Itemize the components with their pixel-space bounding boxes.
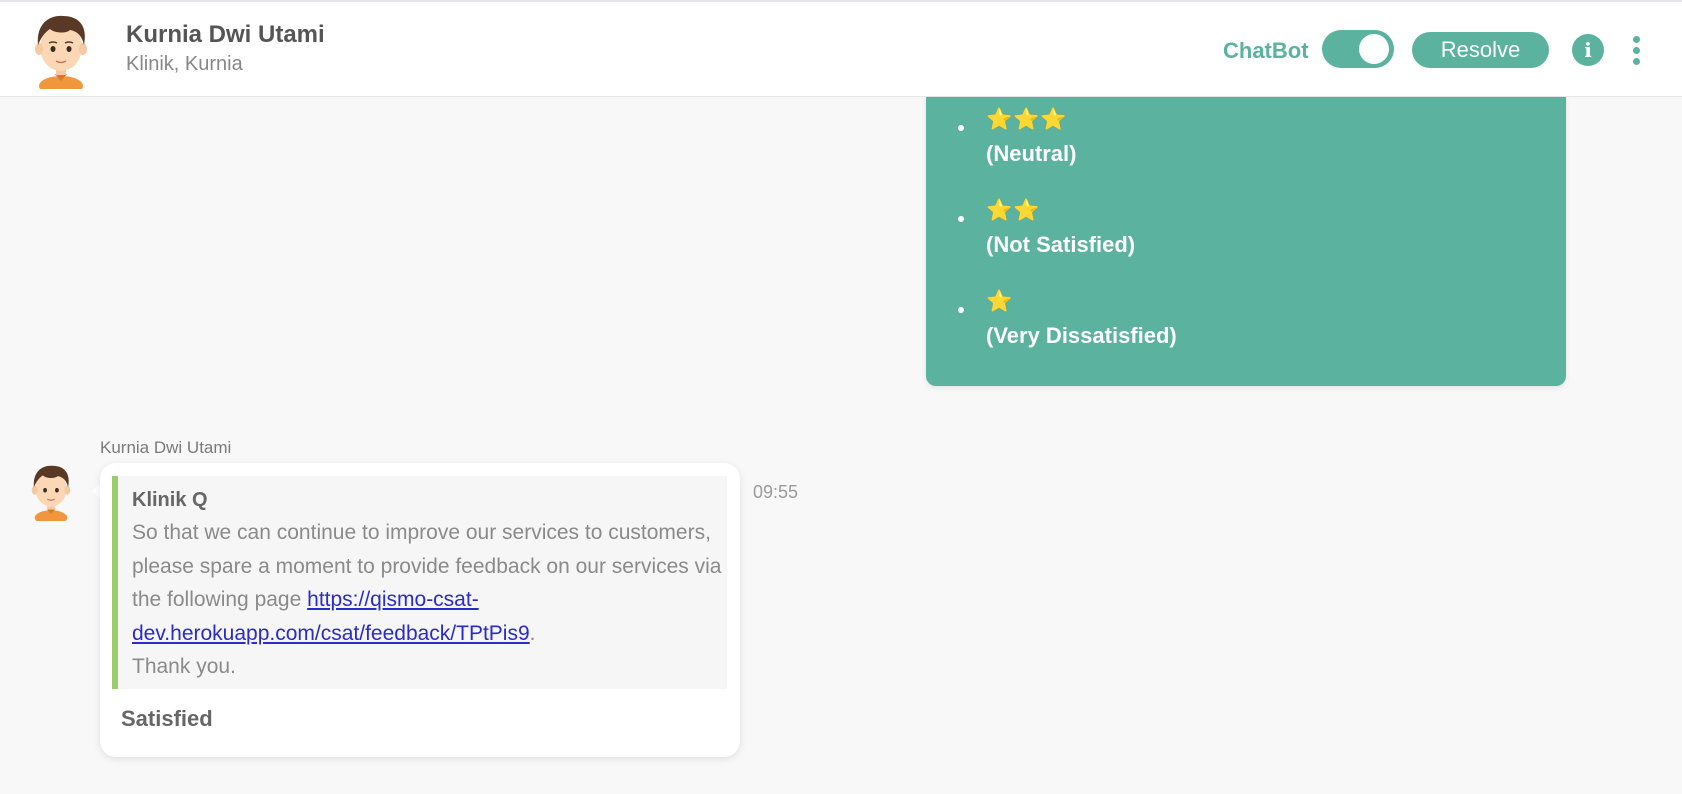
reply-text: Satisfied <box>121 706 213 731</box>
contact-subtitle: Klinik, Kurnia <box>126 53 243 75</box>
star-icon: ⭐ <box>986 290 1014 313</box>
outgoing-message-bubble: ⭐⭐⭐ (Neutral) ⭐⭐ (Not Satisfied) ⭐ (Very… <box>926 97 1566 386</box>
sender-avatar <box>31 465 71 521</box>
rating-option-not-satisfied: ⭐⭐ (Not Satisfied) <box>957 198 1136 258</box>
rating-option-very-dissatisfied: ⭐ (Very Dissatisfied) <box>958 289 1177 349</box>
chatbot-toggle[interactable] <box>1322 30 1394 68</box>
contact-name: Kurnia Dwi Utami <box>126 21 325 48</box>
rating-label: (Neutral) <box>986 141 1077 166</box>
message-time: 09:55 <box>753 482 799 502</box>
star-icon: ⭐⭐ <box>986 199 1041 222</box>
more-vertical-icon[interactable] <box>1626 34 1646 66</box>
quoted-body: So that we can continue to improve our s… <box>132 516 732 684</box>
quoted-body-period: . <box>529 621 536 645</box>
rating-label: (Very Dissatisfied) <box>986 323 1177 348</box>
info-icon[interactable]: i <box>1572 34 1604 66</box>
star-icon: ⭐⭐⭐ <box>986 108 1068 131</box>
chat-header: Kurnia Dwi Utami Klinik, Kurnia ChatBot … <box>0 2 1682 97</box>
quoted-closing: Thank you. <box>132 655 236 678</box>
rating-label: (Not Satisfied) <box>986 232 1136 257</box>
chatbot-label: ChatBot <box>1223 38 1309 63</box>
quoted-title: Klinik Q <box>132 489 208 511</box>
contact-avatar[interactable] <box>30 11 92 89</box>
toggle-knob <box>1359 34 1389 64</box>
resolve-button[interactable]: Resolve <box>1412 32 1549 68</box>
incoming-message-bubble: Klinik Q So that we can continue to impr… <box>100 463 740 757</box>
sender-name: Kurnia Dwi Utami <box>100 438 232 457</box>
quoted-message[interactable]: Klinik Q So that we can continue to impr… <box>112 476 727 689</box>
rating-option-neutral: ⭐⭐⭐ (Neutral) <box>957 107 1077 167</box>
